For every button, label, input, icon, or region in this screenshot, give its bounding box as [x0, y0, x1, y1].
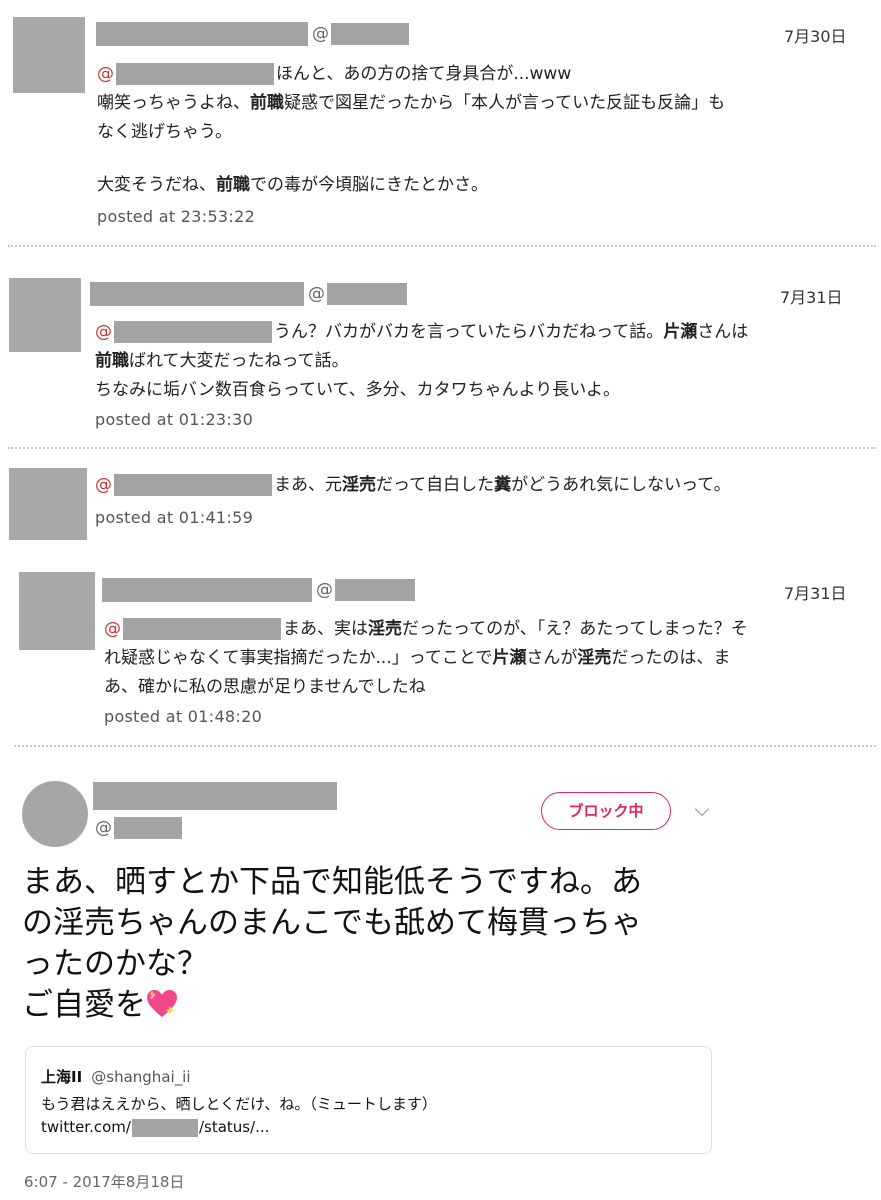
tweet-text: ばれて大変だったねって話。 [129, 351, 349, 371]
tweet-line: ったのかな？ [22, 946, 208, 982]
tweet-text: あ、確かに私の思慮が足りませんでしたね [104, 677, 426, 697]
tweet-text: ほんと、あの方の捨て身具合が...www [276, 64, 572, 84]
mention-at[interactable]: @ [104, 619, 121, 639]
redacted-handle [335, 579, 415, 601]
chevron-down-icon[interactable] [694, 801, 710, 817]
main-avatar[interactable] [22, 781, 88, 847]
bold-keyword: 前職 [250, 93, 284, 113]
bold-keyword: 片瀬 [663, 322, 698, 342]
bold-keyword: 前職 [95, 351, 129, 371]
tweet-text: 嘲笑っちゃうよね、 [97, 93, 250, 113]
main-tweet-text: まあ、晒すとか下品で知能低そうですね。あ の淫売ちゃんのまんこでも舐めて梅貫っち… [22, 862, 722, 1026]
tweet-text: 大変そうだね、 [97, 175, 216, 195]
quoted-text: もう君はええから、晒しとくだけ、ね。（ミュートします） [41, 1095, 437, 1113]
blocked-button[interactable]: ブロック中 [541, 792, 671, 830]
tweet-line: の淫売ちゃんのまんこでも舐めて梅貫っちゃ [22, 905, 642, 941]
tweet-text: 疑惑で図星だったから「本人が言っていた反証も反論」も [284, 93, 726, 113]
tweet-text: ちなみに垢バン数百食らっていて、多分、カタワちゃんより長いよ。 [95, 380, 620, 400]
tweet-text: さんは [697, 322, 749, 342]
posted-time[interactable]: posted at 01:41:59 [95, 508, 253, 527]
tweet-body: @ まあ、元淫売だって自白した糞がどうあれ気にしないって。 [95, 471, 865, 500]
tweet-text: だったってのが、「え？あたってしまった？そ [402, 619, 748, 639]
posted-time[interactable]: posted at 01:48:20 [104, 707, 262, 726]
quoted-handle: @shanghai_ii [91, 1068, 191, 1086]
sparkling-heart-icon [146, 989, 177, 1017]
user-header: @ [96, 22, 409, 46]
quoted-link[interactable]: twitter.com/ /status/... [41, 1118, 269, 1137]
divider [8, 447, 876, 449]
redacted-handle [114, 817, 182, 839]
divider [8, 245, 876, 247]
user-header: @ [90, 282, 407, 306]
avatar [9, 468, 87, 540]
handle-at: @ [312, 24, 329, 44]
bold-keyword: 糞 [494, 475, 512, 495]
redacted-username [96, 22, 308, 46]
tweet-text: さんが [526, 648, 578, 668]
mention-at[interactable]: @ [95, 475, 112, 495]
redacted-display-name [93, 782, 337, 810]
tweet-body: @ まあ、実は淫売だったってのが、「え？あたってしまった？そ れ疑惑じゃなくて事実… [104, 615, 864, 702]
user-header: @ [102, 578, 415, 602]
divider [14, 745, 876, 747]
bold-keyword: 淫売 [342, 475, 376, 495]
tweet-date: 7月30日 [784, 27, 847, 46]
tweet-text: がどうあれ気にしないって。 [511, 475, 731, 495]
link-prefix: twitter.com/ [41, 1118, 131, 1136]
posted-time[interactable]: posted at 01:23:30 [95, 410, 253, 429]
handle-at: @ [316, 580, 333, 600]
redacted-mention [123, 618, 281, 640]
tweet-text: れ疑惑じゃなくて事実指摘だったか...」ってことで [104, 648, 493, 668]
handle-at: @ [308, 284, 325, 304]
tweet-timestamp[interactable]: 6:07 - 2017年8月18日 [24, 1171, 184, 1192]
bold-keyword: 片瀬 [492, 648, 527, 668]
bold-keyword: 淫売 [368, 619, 402, 639]
tweet-text: での毒が今頃脳にきたとかさ。 [250, 175, 488, 195]
main-handle: @ [95, 817, 182, 839]
avatar [9, 278, 81, 352]
tweet-body: @ ほんと、あの方の捨て身具合が...www 嘲笑っちゃうよね、前職疑惑で図星だっ… [97, 60, 857, 200]
tweet-text: だったのは、ま [611, 648, 731, 668]
mention-at[interactable]: @ [95, 322, 112, 342]
redacted-mention [114, 321, 272, 343]
avatar [13, 17, 85, 93]
tweet-text: まあ、元 [274, 475, 342, 495]
link-suffix: /status/... [198, 1118, 270, 1136]
redacted-handle [331, 23, 409, 45]
tweet-date: 7月31日 [784, 584, 847, 603]
tweet-line: まあ、晒すとか下品で知能低そうですね。あ [22, 864, 642, 900]
tweet-body: @ うん？バカがバカを言っていたらバカだねって話。片瀬さんは 前職ばれて大変だった… [95, 318, 865, 405]
avatar [19, 572, 95, 650]
bold-keyword: 淫売 [577, 648, 612, 668]
mention-at[interactable]: @ [97, 64, 114, 84]
tweet-line: ご自愛を [22, 987, 146, 1023]
tweet-text: だって自白した [376, 475, 495, 495]
redacted-mention [116, 63, 274, 85]
redacted-username [102, 578, 312, 602]
redacted-username [90, 282, 304, 306]
redacted-mention [114, 474, 272, 496]
tweet-text: うん？バカがバカを言っていたらバカだねって話。 [274, 322, 664, 342]
quoted-name: 上海II [41, 1068, 83, 1086]
tweet-text: なく逃げちゃう。 [97, 122, 232, 142]
redacted-handle [327, 283, 407, 305]
tweet-text: まあ、実は [283, 619, 368, 639]
handle-at: @ [95, 818, 112, 838]
quoted-header: 上海II @shanghai_ii [41, 1066, 191, 1087]
tweet-date: 7月31日 [780, 288, 843, 307]
posted-time[interactable]: posted at 23:53:22 [97, 207, 255, 226]
redacted-link-handle [131, 1118, 198, 1137]
bold-keyword: 前職 [216, 175, 250, 195]
